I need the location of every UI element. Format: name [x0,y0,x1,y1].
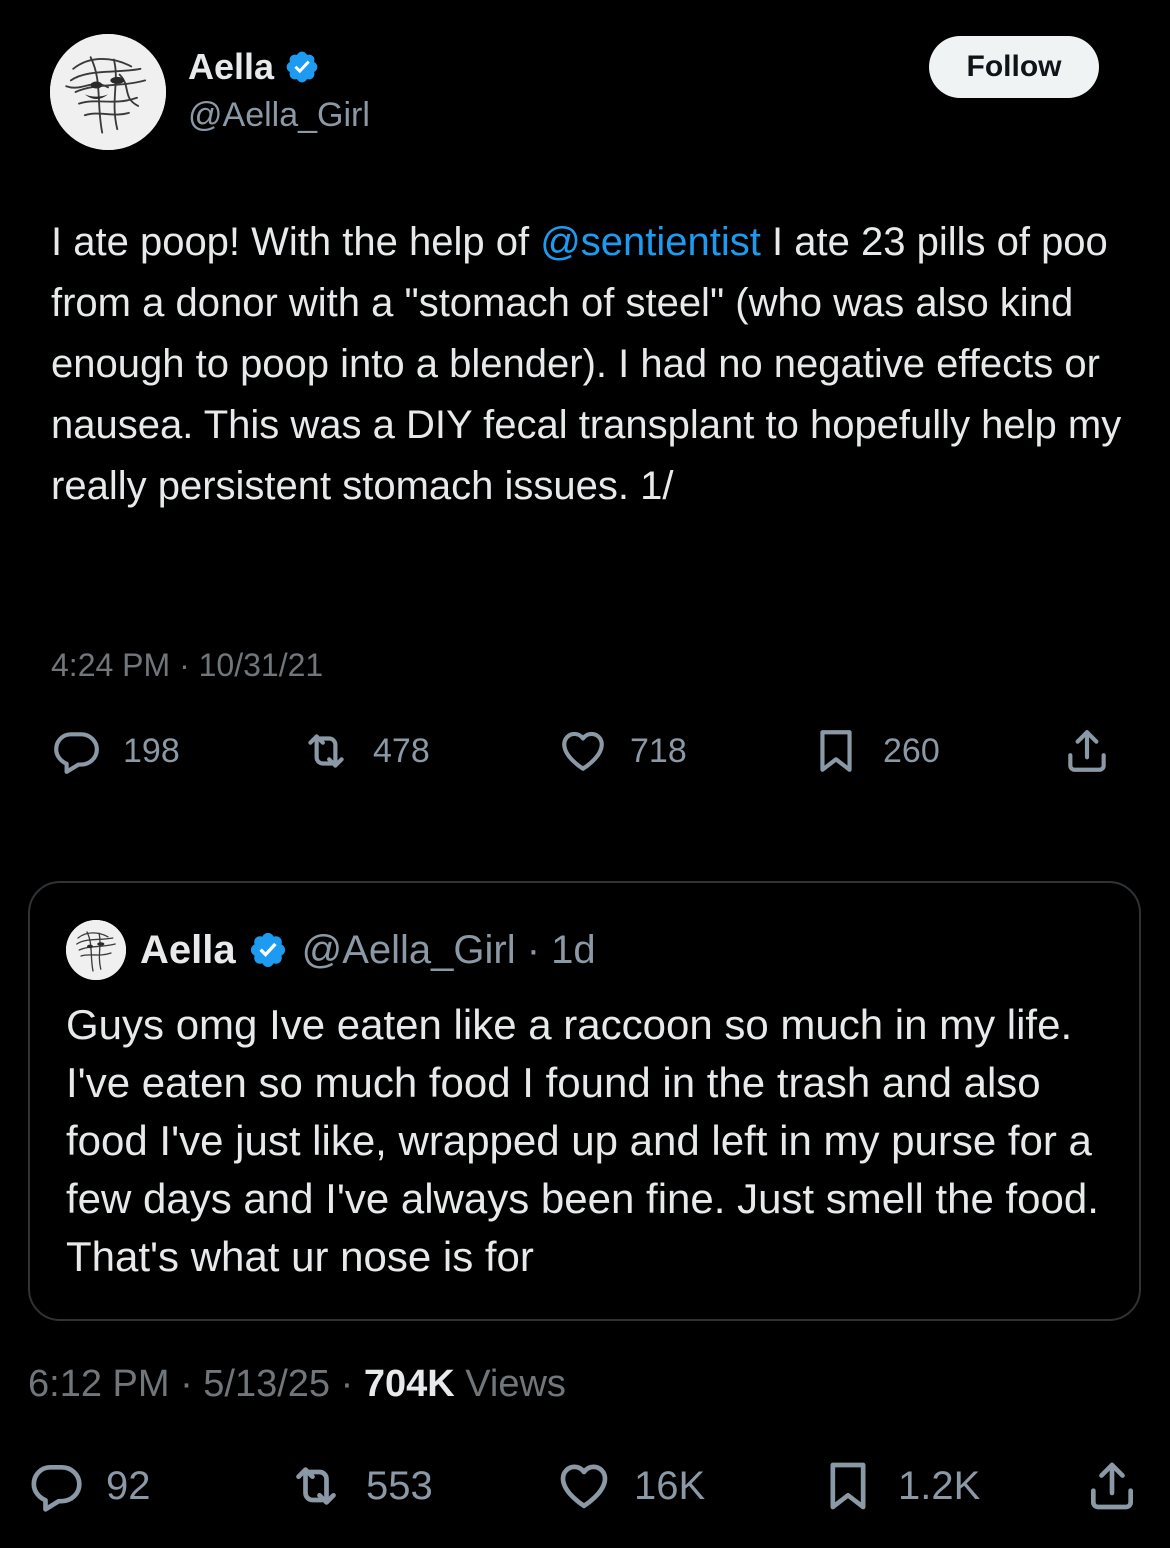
post-meta: 6:12 PM · 5/13/25 · 704K Views [28,1358,566,1410]
share-icon [1068,730,1106,772]
repost-count: 478 [373,731,430,770]
repost-count: 553 [366,1463,433,1508]
quoted-display-name[interactable]: Aella [140,923,236,977]
avatar-sketch-image [66,920,126,980]
reply-button[interactable]: 92 [28,1458,151,1514]
verified-badge-icon [286,51,318,83]
bookmark-count: 1.2K [898,1463,981,1508]
reply-button[interactable]: 198 [51,726,180,776]
avatar[interactable] [50,34,166,150]
post-timestamp[interactable]: 6:12 PM · 5/13/25 · [28,1363,364,1405]
tweet-text: I ate poop! With the help of @sentientis… [51,212,1131,517]
bookmark-count: 260 [883,731,940,770]
quoted-tweet-header: Aella @Aella_Girl · 1d [140,923,596,977]
author-name-row[interactable]: Aella [188,44,320,90]
repost-icon [308,734,344,768]
reply-icon [31,1465,82,1512]
bookmark-icon [820,730,852,772]
views-count: 704K [363,1363,455,1405]
heart-icon [560,1464,608,1509]
share-icon [1091,1462,1133,1510]
tweet-text-start: I ate poop! With the help of [51,220,541,264]
avatar-sketch-image [50,34,166,150]
like-count: 16K [634,1463,706,1508]
repost-icon [296,1467,336,1505]
repost-button[interactable]: 478 [301,726,430,776]
views-label: Views [454,1363,566,1405]
verified-badge-icon [250,932,285,968]
author-handle[interactable]: @Aella_Girl [188,92,370,138]
like-button[interactable]: 16K [556,1458,705,1514]
follow-button[interactable]: Follow [929,36,1099,98]
reply-icon [54,732,99,774]
share-button[interactable] [1062,726,1112,776]
quoted-avatar[interactable] [66,920,126,980]
repost-button[interactable]: 553 [288,1458,433,1514]
share-button[interactable] [1084,1458,1140,1514]
heart-icon [562,731,604,771]
tweet-timestamp[interactable]: 4:24 PM · 10/31/21 [51,643,323,687]
bookmark-icon [830,1462,866,1510]
quoted-handle-time: @Aella_Girl · 1d [301,928,596,972]
bookmark-button[interactable]: 260 [811,726,940,776]
quoted-tweet-text: Guys omg Ive eaten like a raccoon so muc… [66,1001,1099,1280]
like-button[interactable]: 718 [558,726,687,776]
like-count: 718 [630,731,687,770]
bookmark-button[interactable]: 1.2K [820,1458,980,1514]
reply-count: 198 [123,731,180,770]
mention-link[interactable]: @sentientist [540,220,761,264]
reply-count: 92 [106,1463,151,1508]
display-name[interactable]: Aella [188,44,274,90]
